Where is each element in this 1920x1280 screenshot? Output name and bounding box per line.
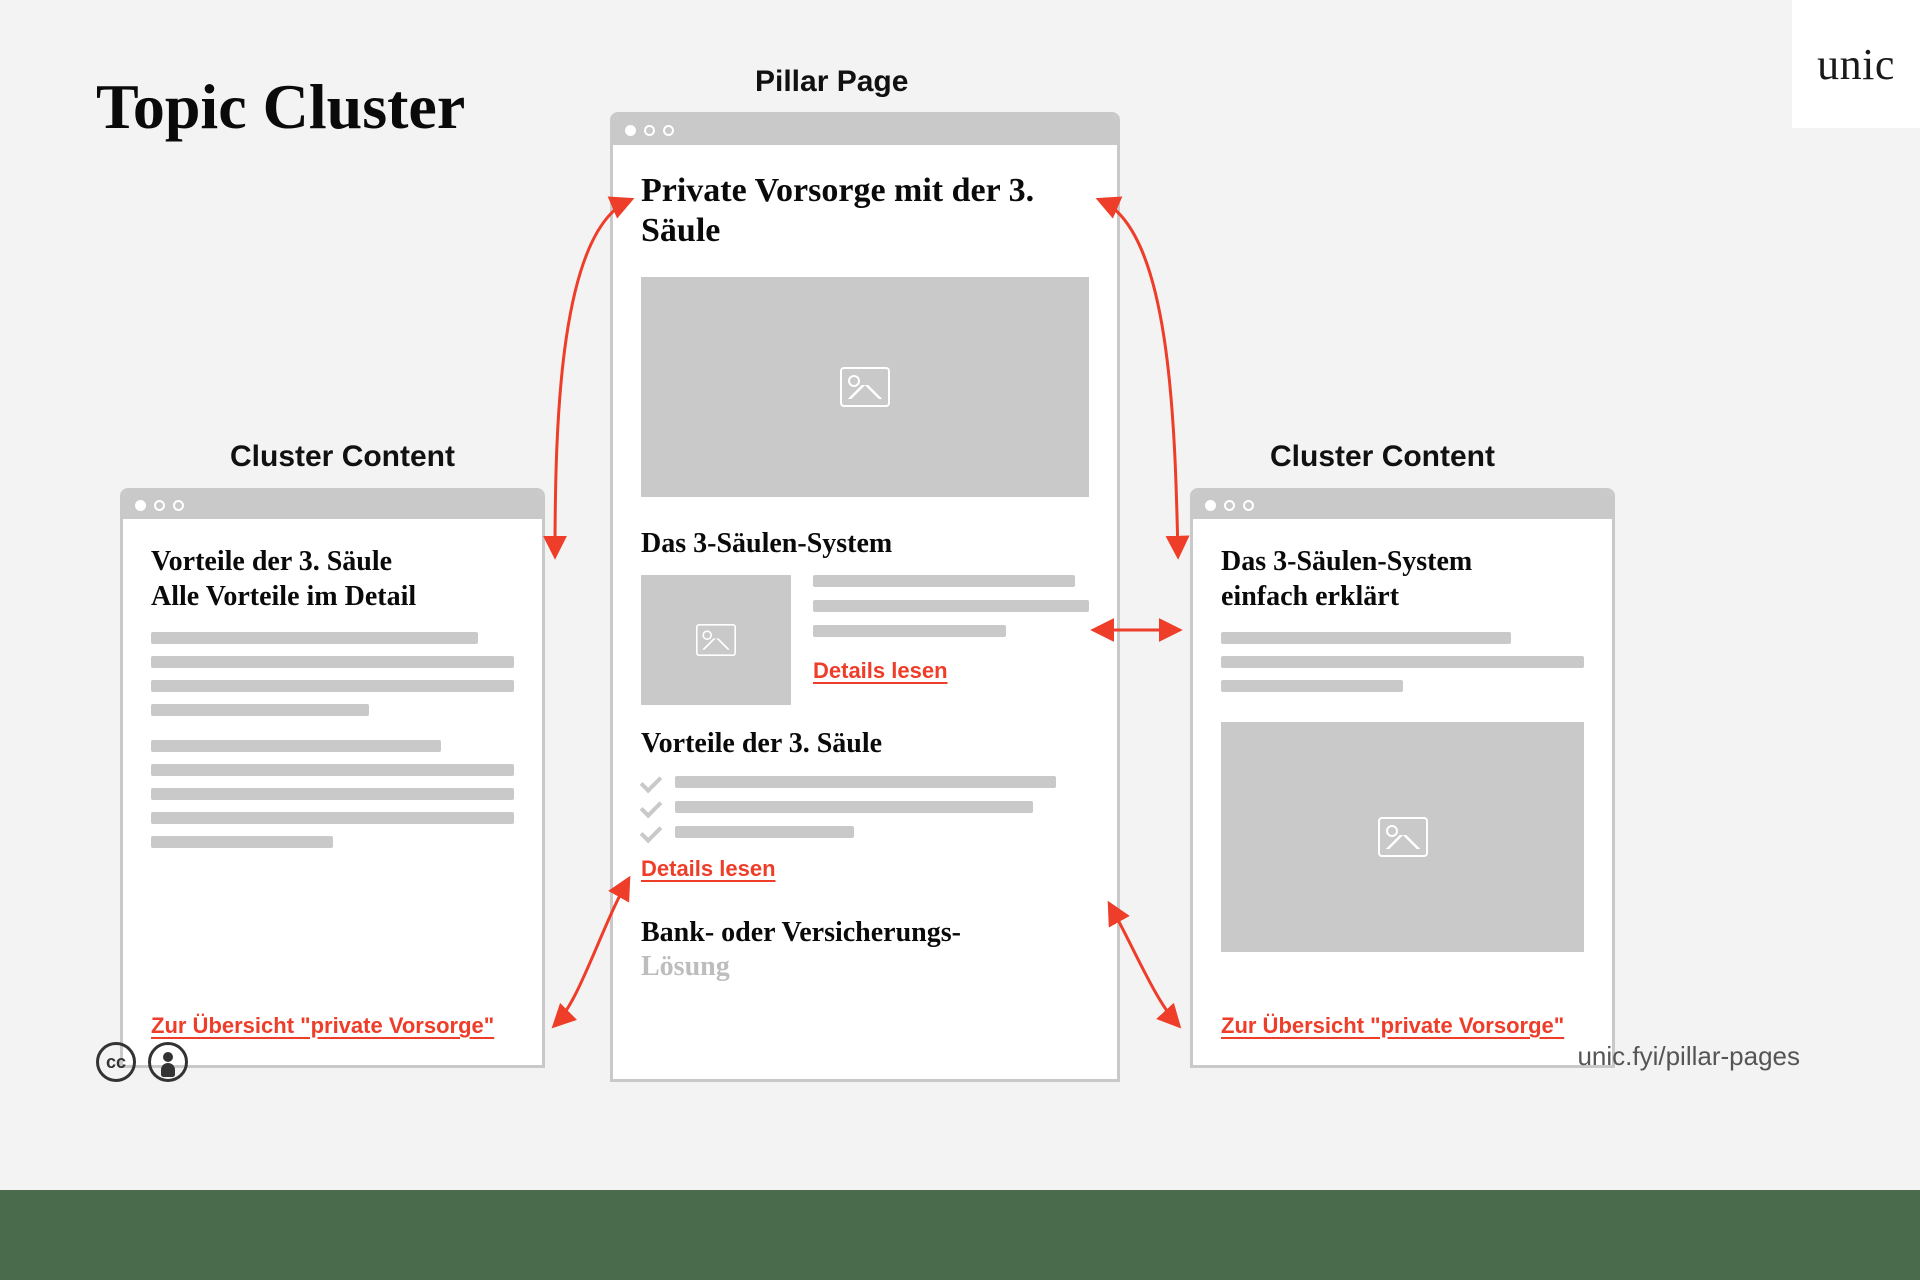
label-pillar: Pillar Page (755, 65, 908, 99)
check-icon (640, 795, 663, 818)
window-dot-icon (1243, 500, 1254, 511)
window-dot-icon (663, 125, 674, 136)
cluster-right-overview-link[interactable]: Zur Übersicht "private Vorsorge" (1221, 1013, 1584, 1039)
pillar-section2-heading: Vorteile der 3. Säule (641, 727, 1089, 761)
pillar-details-link-1[interactable]: Details lesen (813, 658, 1089, 684)
attribution-icon (148, 1042, 188, 1082)
license-badges: cc (96, 1042, 188, 1082)
source-url: unic.fyi/pillar-pages (1577, 1041, 1800, 1072)
cluster-left-window: Vorteile der 3. Säule Alle Vorteile im D… (120, 488, 545, 1068)
pillar-window: Private Vorsorge mit der 3. Säule Das 3-… (610, 112, 1120, 1082)
window-dot-icon (644, 125, 655, 136)
window-dot-icon (1224, 500, 1235, 511)
window-dot-icon (1205, 500, 1216, 511)
window-dot-icon (154, 500, 165, 511)
logo: unic (1792, 0, 1920, 128)
image-icon (696, 624, 736, 656)
pillar-section3-heading: Bank- oder Versicherungs- Lösung (641, 916, 1089, 984)
label-cluster-right: Cluster Content (1270, 440, 1495, 474)
pillar-section1-heading: Das 3-Säulen-System (641, 527, 1089, 561)
window-dot-icon (625, 125, 636, 136)
window-titlebar (1193, 491, 1612, 519)
page-title: Topic Cluster (96, 70, 465, 144)
image-placeholder (641, 575, 791, 705)
check-icon (640, 820, 663, 843)
check-icon (640, 770, 663, 793)
window-dot-icon (135, 500, 146, 511)
text-placeholder (1221, 632, 1584, 692)
footer-bar (0, 1190, 1920, 1280)
image-icon (1378, 817, 1428, 857)
window-dot-icon (173, 500, 184, 511)
cc-icon: cc (96, 1042, 136, 1082)
cluster-right-window: Das 3-Säulen-System einfach erklärt Zur … (1190, 488, 1615, 1068)
label-cluster-left: Cluster Content (230, 440, 455, 474)
diagram-canvas: Topic Cluster unic Cluster Content Pilla… (0, 0, 1920, 1190)
window-titlebar (123, 491, 542, 519)
image-placeholder (1221, 722, 1584, 952)
text-placeholder (151, 632, 514, 716)
pillar-details-link-2[interactable]: Details lesen (641, 856, 1089, 882)
image-icon (840, 367, 890, 407)
checklist-placeholder (641, 776, 1089, 838)
logo-text: unic (1817, 39, 1895, 90)
cluster-left-overview-link[interactable]: Zur Übersicht "private Vorsorge" (151, 1013, 514, 1039)
text-placeholder (151, 740, 514, 848)
image-placeholder (641, 277, 1089, 497)
cluster-right-heading: Das 3-Säulen-System einfach erklärt (1221, 545, 1584, 613)
window-titlebar (613, 115, 1117, 145)
text-placeholder: Details lesen (813, 575, 1089, 705)
pillar-title: Private Vorsorge mit der 3. Säule (641, 171, 1089, 251)
cluster-left-heading: Vorteile der 3. Säule Alle Vorteile im D… (151, 545, 514, 613)
